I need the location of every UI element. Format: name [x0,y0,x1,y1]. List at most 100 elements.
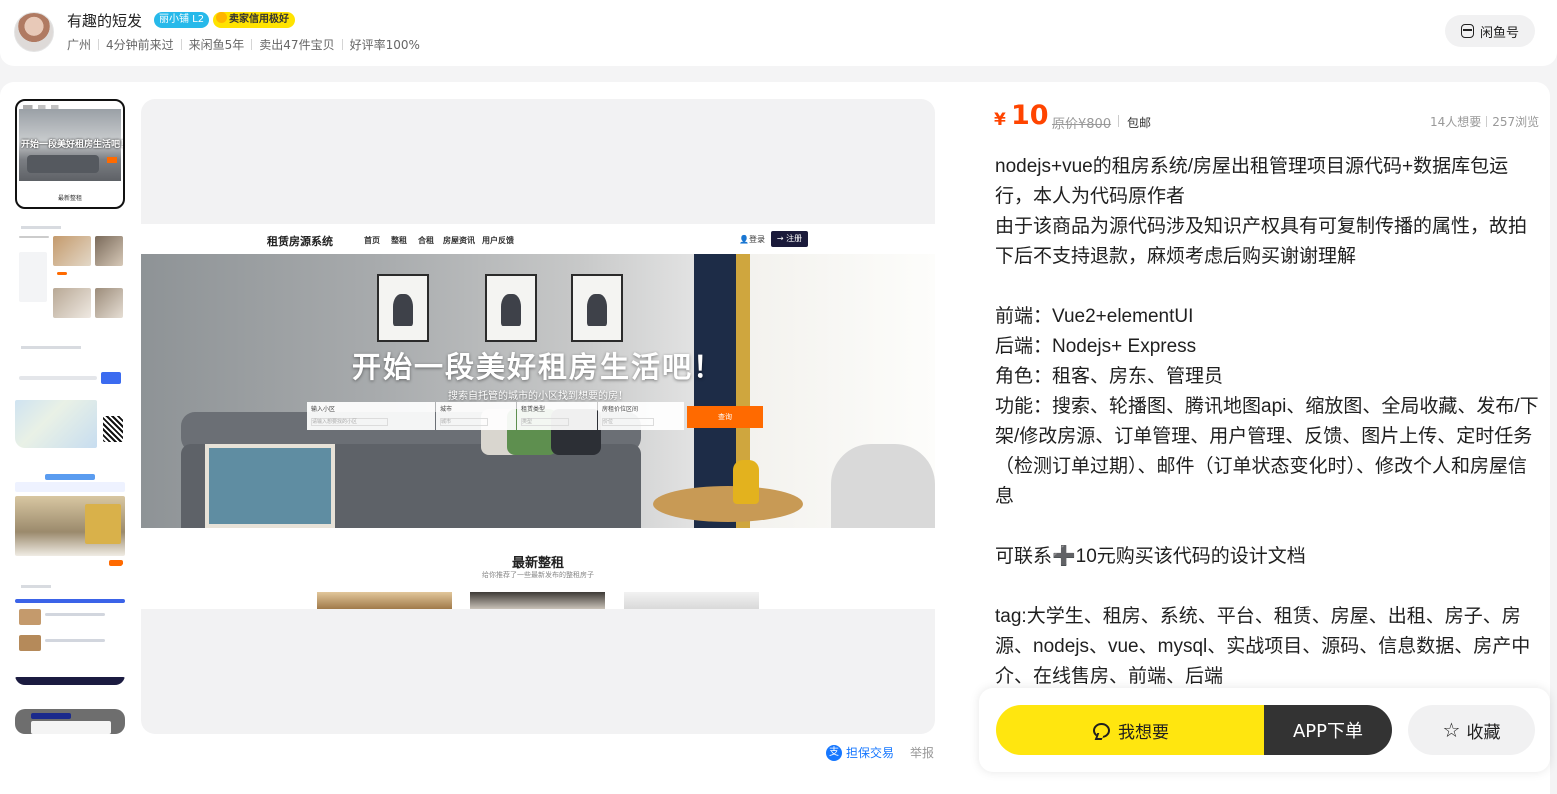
field-label: 租赁类型 [521,406,546,413]
chat-bubble-icon [1093,722,1110,738]
site-nav-feedback: 用户反馈 [482,236,514,245]
site-search-button: 查询 [687,406,763,428]
fish-id-button[interactable]: 闲鱼号 [1445,15,1535,47]
thumbnail-6[interactable] [15,709,125,734]
site-nav-shared-rent: 合租 [418,236,434,245]
thumbnail-3[interactable] [15,340,125,448]
divider [1118,115,1119,127]
action-bar: 我想要 APP下单 ☆ 收藏 [979,688,1550,772]
hero-slogan: 开始一段美好租房生活吧！ [351,350,724,384]
divider [180,39,182,50]
divider [98,39,100,50]
smile-face-icon [216,12,227,23]
report-link[interactable]: 举报 [910,744,934,761]
credit-badge-label: 卖家信用极好 [229,14,289,25]
site-listing-photo [470,592,605,609]
divider [1486,116,1488,127]
thumb-header [31,713,71,719]
site-search-field: 输入小区请输入想要找的小区 [307,402,435,430]
views-count: 257浏览 [1492,115,1540,129]
divider [251,39,253,50]
field-label: 城市 [440,406,453,413]
original-price: 原价¥800 [1052,117,1112,132]
star-outline-icon: ☆ [1442,718,1461,742]
thumb-photo [53,236,91,266]
thumbnail-2[interactable] [15,222,125,330]
thumb-slogan: 开始一段美好租房生活吧！ [21,140,125,150]
field-label: 房租价位区间 [602,406,639,413]
thumbnail-5[interactable] [15,577,125,685]
app-order-button[interactable]: APP下单 [1264,705,1392,755]
thumb-line [21,585,51,588]
seller-rating: 好评率100% [349,38,420,52]
seller-credit-badge: 卖家信用极好 [213,12,295,28]
site-search-field: 房租价位区间 价位 [598,402,684,430]
price-value: 10 [1011,100,1049,131]
thumbnail-1[interactable]: 开始一段美好租房生活吧！ 最新整租 [15,99,125,209]
site-register-label: 注册 [786,234,803,243]
field-label: 输入小区 [311,406,336,413]
seller-avatar[interactable] [14,12,54,52]
thumb-panel [31,721,111,734]
hero-canvas [205,444,335,528]
wall-art [377,274,429,342]
thumb-photo [53,288,91,318]
wall-art [571,274,623,342]
guarantee-label: 担保交易 [846,746,895,760]
site-listing-photo [624,592,759,609]
favorite-button[interactable]: ☆ 收藏 [1408,705,1535,755]
site-logo: 租赁房源系统 [267,235,333,248]
wall-art [485,274,537,342]
thumb-caption: 最新整租 [57,195,82,202]
thumb-block [19,236,49,238]
seller-sold-count: 卖出47件宝贝 [259,38,335,52]
field-input: 城市 [440,418,488,426]
thumb-photo [95,236,123,266]
site-search-bar: 输入小区 请输入想要找的小区 城市 城市 租赁类型 类型 房租价位区间 价位 查询 [307,402,763,432]
seller-name[interactable]: 有趣的短发 [67,10,142,31]
site-section-subtitle: 给你推荐了一些最新发布的整租房子 [482,571,594,579]
thumb-filter-panel [19,252,47,302]
field-input: 请输入想要找的小区 [311,418,388,426]
field-input: 价位 [602,418,654,426]
seller-level-badge: 丽小铺 L2 [154,12,210,28]
hero-subtitle: 搜索自托管的城市的小区找到想要的房！ [448,391,628,402]
seller-meta: 广州 4分钟前来过 来闲鱼5年 卖出47件宝贝 好评率100% [67,36,420,53]
want-button-label: 我想要 [1118,722,1169,743]
seller-header: 有趣的短发 丽小铺 L2 卖家信用极好 广州 4分钟前来过 来闲鱼5年 卖出47… [0,0,1557,66]
guarantee-link[interactable]: 支 担保交易 [826,744,894,761]
thumb-price [57,272,67,275]
thumb-button [101,372,121,384]
thumb-title-bar [15,482,125,492]
site-listing-photo [317,592,452,609]
thumb-qr [103,416,123,442]
hero-vase [733,460,759,504]
favorite-button-label: 收藏 [1466,722,1501,743]
shipping-label: 包邮 [1127,116,1152,130]
thumb-line [21,346,81,349]
fish-id-icon [1460,24,1474,38]
alipay-icon: 支 [826,744,842,761]
thumb-search-button [107,157,117,163]
seller-location: 广州 [67,38,92,52]
thumb-photo [19,609,41,625]
thumb-text [19,376,97,380]
site-register-button: → 注册 [771,231,808,247]
thumb-wall [85,504,121,544]
thumb-tag [109,560,123,566]
field-input: 类型 [521,418,569,426]
divider [341,39,343,50]
thumb-text [45,639,105,642]
fish-id-label: 闲鱼号 [1479,25,1519,41]
want-button[interactable]: 我想要 [996,705,1266,755]
site-nav-news: 房屋资讯 [443,236,475,245]
thumb-photo [95,288,123,318]
product-stats: 14人想要 257浏览 [1430,113,1539,130]
site-navbar: 租赁房源系统 首页 整租 合租 房屋资讯 用户反馈 👤登录 → 注册 [141,224,935,254]
site-login: 👤登录 [739,235,765,244]
thumb-map [15,400,97,448]
site-login-label: 登录 [748,235,765,244]
thumbnail-4[interactable] [15,460,125,568]
main-image-preview[interactable]: 租赁房源系统 首页 整租 合租 房屋资讯 用户反馈 👤登录 → 注册 开始一段美… [141,99,935,734]
site-search-field: 城市 城市 [436,402,516,430]
